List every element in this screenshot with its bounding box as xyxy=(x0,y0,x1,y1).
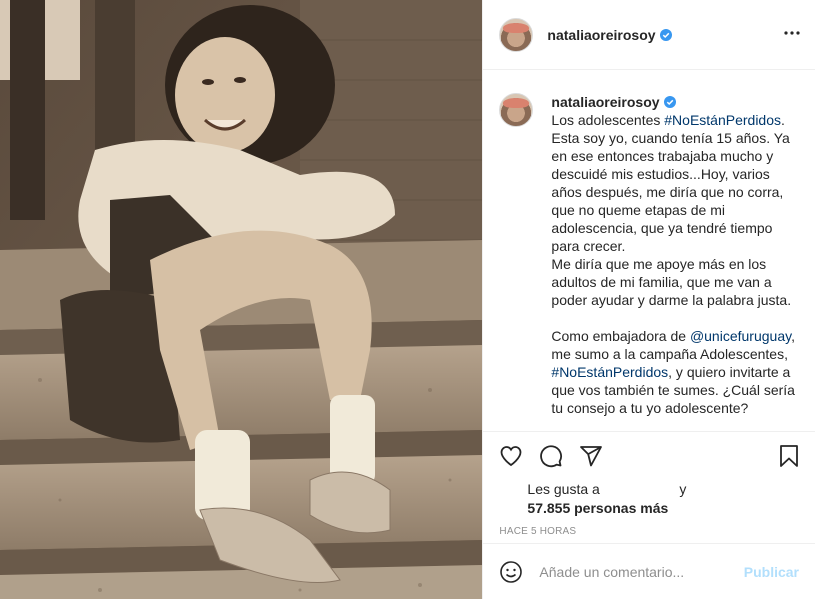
likes-summary[interactable]: Les gusta a y 57.855 personas más xyxy=(483,480,815,518)
caption-username[interactable]: nataliaoreirosoy xyxy=(551,94,676,110)
caption-paragraph-3-intro: Como embajadora de xyxy=(551,328,690,344)
action-bar xyxy=(483,432,815,480)
actions-area: Les gusta a y 57.855 personas más HACE 5… xyxy=(483,431,815,537)
bookmark-icon[interactable] xyxy=(777,444,801,468)
sepia-photo-illustration xyxy=(0,0,483,599)
comment-icon[interactable] xyxy=(539,444,563,468)
likes-count[interactable]: 57.855 personas más xyxy=(527,499,815,518)
comment-bar: Publicar xyxy=(483,543,815,599)
likes-line-1: Les gusta a y xyxy=(527,480,815,499)
verified-badge-icon xyxy=(663,96,676,108)
caption-intro: Los adolescentes xyxy=(551,112,665,128)
author-avatar[interactable] xyxy=(499,17,534,52)
likes-and: y xyxy=(679,481,687,497)
mention-link[interactable]: @unicefuruguay xyxy=(690,328,791,344)
post-photo[interactable] xyxy=(0,0,483,599)
author-username-text[interactable]: nataliaoreirosoy xyxy=(547,27,655,43)
caption-paragraph-1: . Esta soy yo, cuando tenía 15 años. Ya … xyxy=(551,112,790,254)
post-timestamp[interactable]: HACE 5 HORAS xyxy=(483,518,815,537)
hashtag-link[interactable]: #NoEstánPerdidos xyxy=(664,112,781,128)
verified-badge-icon xyxy=(659,28,672,41)
caption-text: nataliaoreirosoy Los adolescentes #NoEst… xyxy=(551,93,796,431)
emoji-icon[interactable] xyxy=(499,560,523,584)
avatar-hat xyxy=(503,22,530,33)
caption-avatar[interactable] xyxy=(499,93,534,127)
instagram-post: nataliaoreirosoy nataliaoreirosoy Los ad… xyxy=(0,0,815,599)
caption-paragraph-2: Me diría que me apoye más en los adultos… xyxy=(551,256,792,308)
caption-gap xyxy=(551,309,796,327)
likes-prefix: Les gusta a xyxy=(527,481,600,497)
more-horizontal-icon[interactable] xyxy=(783,24,801,42)
hashtag-link[interactable]: #NoEstánPerdidos xyxy=(551,364,668,380)
caption-username-text[interactable]: nataliaoreirosoy xyxy=(551,94,659,110)
share-icon[interactable] xyxy=(579,444,603,468)
comment-input[interactable] xyxy=(537,562,744,581)
heart-icon[interactable] xyxy=(499,444,523,468)
caption-section: nataliaoreirosoy Los adolescentes #NoEst… xyxy=(483,71,815,431)
avatar-hat xyxy=(503,98,530,108)
author-username[interactable]: nataliaoreirosoy xyxy=(547,27,672,43)
post-side-panel: nataliaoreirosoy nataliaoreirosoy Los ad… xyxy=(482,0,815,599)
publish-button[interactable]: Publicar xyxy=(744,564,799,580)
post-header: nataliaoreirosoy xyxy=(483,0,815,70)
